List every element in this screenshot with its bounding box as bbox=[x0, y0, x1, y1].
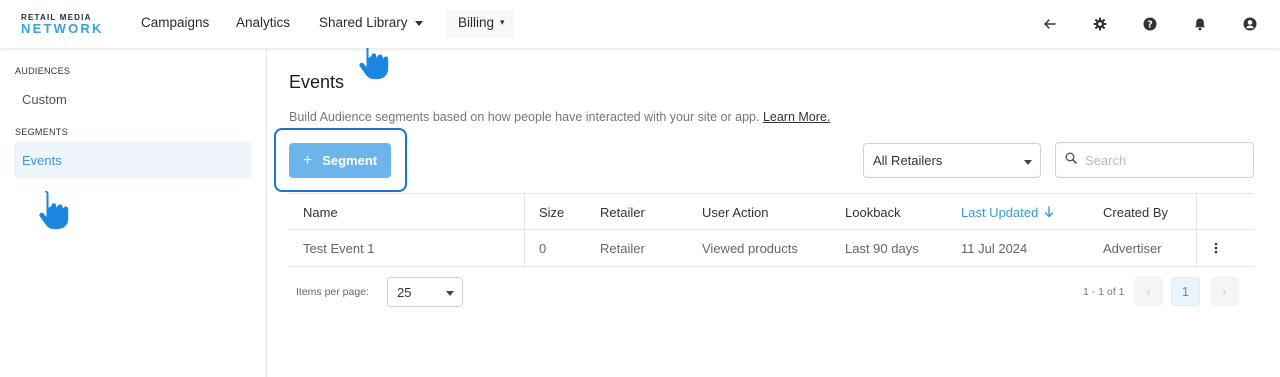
page-number-button[interactable]: 1 bbox=[1171, 277, 1200, 306]
sort-arrow-down-icon bbox=[1044, 206, 1054, 218]
nav-shared-library-label: Shared Library bbox=[319, 15, 408, 30]
nav-shared-library[interactable]: Shared Library bbox=[319, 15, 423, 30]
sidebar-item-label: Custom bbox=[22, 91, 67, 107]
page-description-text: Build Audience segments based on how peo… bbox=[289, 110, 760, 124]
column-header-created-by[interactable]: Created By bbox=[1103, 194, 1168, 230]
column-divider bbox=[524, 230, 525, 266]
chevron-down-icon bbox=[1024, 160, 1032, 165]
column-header-last-updated[interactable]: Last Updated bbox=[961, 194, 1054, 230]
cell-retailer: Retailer bbox=[600, 240, 645, 256]
gear-icon[interactable] bbox=[1092, 16, 1108, 32]
nav-billing[interactable]: Billing ▾ bbox=[458, 15, 505, 30]
add-segment-button[interactable]: + Segment bbox=[289, 143, 391, 178]
search-icon bbox=[1065, 151, 1077, 169]
column-divider bbox=[524, 194, 525, 230]
column-header-name[interactable]: Name bbox=[303, 194, 338, 230]
page-title: Events bbox=[289, 72, 345, 92]
cell-created-by: Advertiser bbox=[1103, 240, 1162, 256]
chevron-down-icon bbox=[414, 20, 423, 26]
cell-size: 0 bbox=[539, 240, 547, 256]
column-divider bbox=[1196, 194, 1197, 230]
cell-last-updated: 11 Jul 2024 bbox=[961, 240, 1028, 256]
column-header-size[interactable]: Size bbox=[539, 194, 564, 230]
back-arrow-icon[interactable] bbox=[1042, 16, 1058, 32]
chevron-left-icon: ‹ bbox=[1146, 284, 1151, 299]
segments-table: Name Size Retailer User Action Lookback … bbox=[289, 193, 1254, 267]
row-actions-kebab-icon[interactable] bbox=[1214, 230, 1218, 266]
sidebar-section-segments: SEGMENTS bbox=[15, 127, 68, 137]
items-per-page-select[interactable]: 25 bbox=[387, 277, 463, 307]
search-input[interactable] bbox=[1085, 152, 1245, 168]
table-row[interactable]: Test Event 1 0 Retailer Viewed products … bbox=[289, 230, 1254, 267]
pagination-range: 1 - 1 of 1 bbox=[1083, 286, 1125, 298]
nav-campaigns-label: Campaigns bbox=[141, 15, 210, 30]
cell-user-action: Viewed products bbox=[702, 240, 798, 256]
column-header-lookback[interactable]: Lookback bbox=[845, 194, 901, 230]
nav-billing-label: Billing bbox=[458, 15, 495, 30]
svg-text:?: ? bbox=[1147, 19, 1153, 30]
nav-analytics[interactable]: Analytics bbox=[236, 15, 290, 30]
add-segment-label: Segment bbox=[322, 153, 378, 168]
column-header-user-action[interactable]: User Action bbox=[702, 194, 768, 230]
chevron-down-icon: ▾ bbox=[500, 17, 505, 27]
sidebar-item-custom[interactable]: Custom bbox=[14, 81, 252, 117]
pointer-hand-icon bbox=[33, 186, 77, 232]
column-header-last-updated-label: Last Updated bbox=[961, 204, 1039, 220]
sidebar-section-audiences: AUDIENCES bbox=[15, 66, 71, 76]
retailer-select-value: All Retailers bbox=[873, 153, 943, 168]
help-icon[interactable]: ? bbox=[1142, 16, 1158, 32]
nav-analytics-label: Analytics bbox=[236, 15, 291, 30]
plus-icon: + bbox=[302, 151, 313, 169]
logo-text-bottom: NETWORK bbox=[21, 21, 104, 36]
page-description: Build Audience segments based on how peo… bbox=[289, 110, 830, 124]
retailer-select[interactable]: All Retailers bbox=[863, 143, 1041, 178]
page-number-label: 1 bbox=[1182, 284, 1189, 299]
table-header-row: Name Size Retailer User Action Lookback … bbox=[289, 193, 1254, 230]
cell-name: Test Event 1 bbox=[303, 240, 375, 256]
account-icon[interactable] bbox=[1242, 16, 1258, 32]
chevron-right-icon: › bbox=[1222, 284, 1227, 299]
sidebar-item-events[interactable]: Events bbox=[14, 142, 252, 178]
top-navigation-bar: RETAIL MEDIA NETWORK Campaigns Analytics… bbox=[0, 0, 1280, 48]
items-per-page-label: Items per page: bbox=[296, 286, 369, 298]
previous-page-button[interactable]: ‹ bbox=[1134, 277, 1163, 306]
search-field[interactable] bbox=[1055, 142, 1254, 178]
column-divider bbox=[1196, 230, 1197, 266]
retail-media-network-logo[interactable]: RETAIL MEDIA NETWORK bbox=[21, 13, 104, 35]
learn-more-link[interactable]: Learn More. bbox=[763, 110, 830, 124]
bell-icon[interactable] bbox=[1192, 16, 1208, 32]
column-header-retailer[interactable]: Retailer bbox=[600, 194, 645, 230]
nav-campaigns[interactable]: Campaigns bbox=[141, 15, 209, 30]
items-per-page-value: 25 bbox=[397, 284, 412, 300]
sidebar-item-label: Events bbox=[22, 152, 62, 168]
cell-lookback: Last 90 days bbox=[845, 240, 919, 256]
chevron-down-icon bbox=[446, 291, 454, 296]
next-page-button[interactable]: › bbox=[1210, 277, 1239, 306]
